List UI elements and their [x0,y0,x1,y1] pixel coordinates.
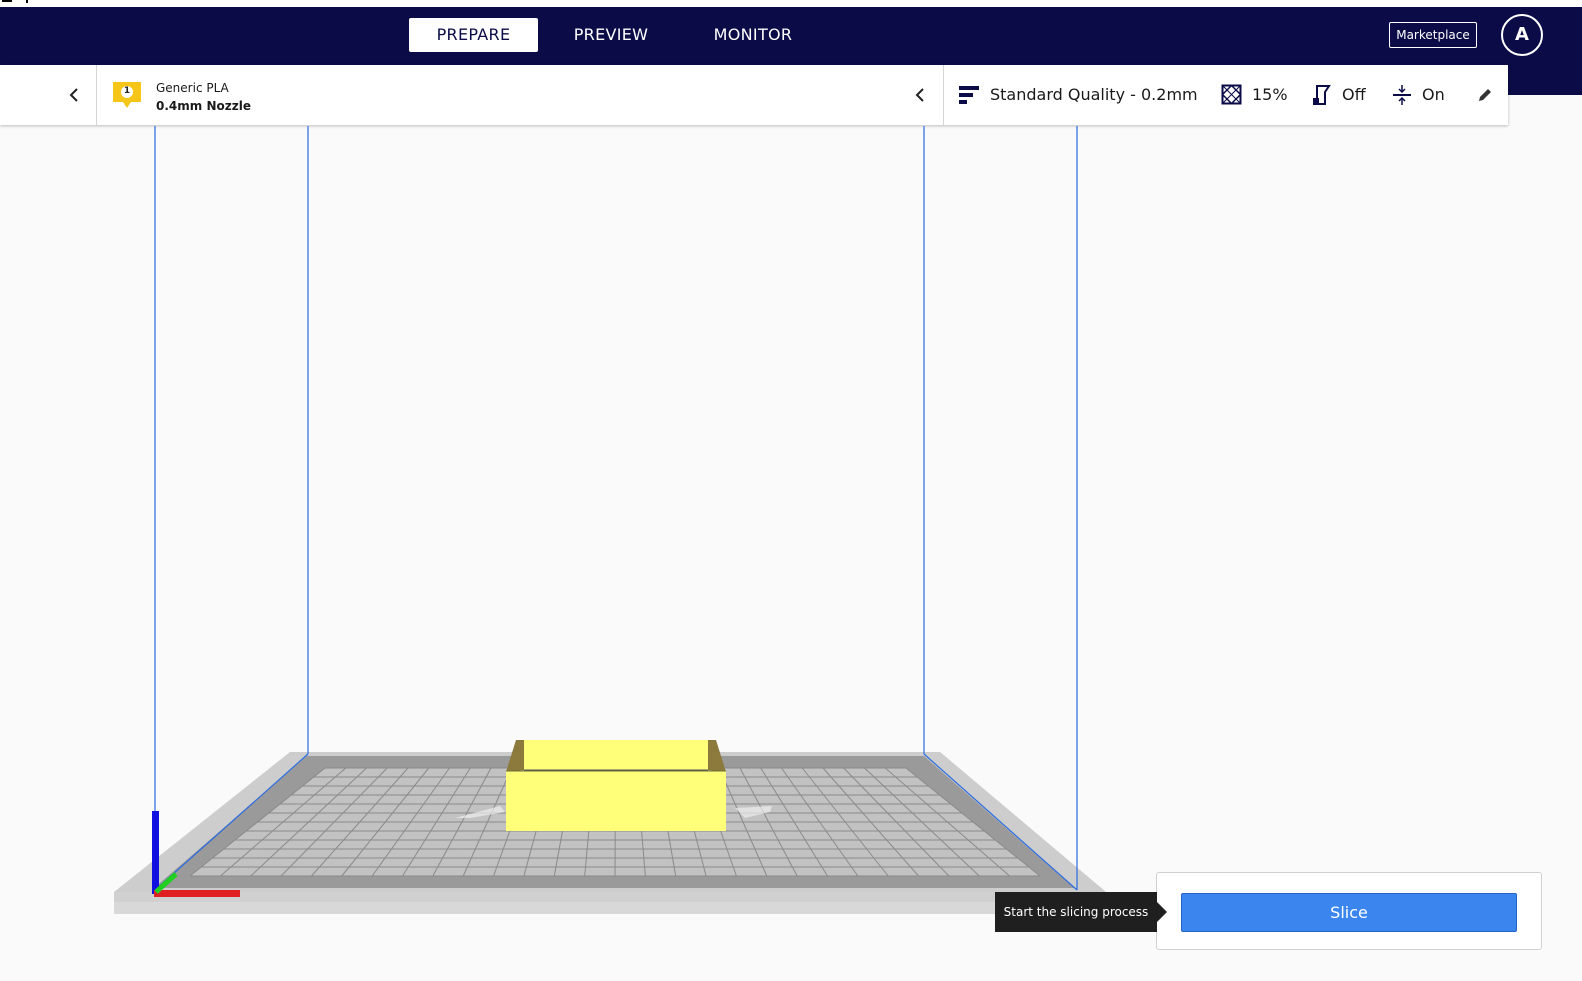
slice-button[interactable]: Slice [1181,893,1517,932]
quality-layers-icon [959,86,979,104]
material-name[interactable]: Generic PLA [156,81,229,95]
model-object [506,740,726,831]
support-icon [1313,85,1331,105]
quality-profile-label[interactable]: Standard Quality - 0.2mm [990,85,1198,104]
tab-preview[interactable]: PREVIEW [560,18,662,52]
toolbar-divider [96,65,97,125]
adhesion-icon [1393,85,1411,105]
3d-viewport[interactable] [0,126,1582,981]
toolbar-divider [943,65,944,125]
pencil-edit-icon[interactable] [1475,85,1495,105]
account-avatar-button[interactable]: A [1501,14,1543,56]
infill-value[interactable]: 15% [1252,85,1288,104]
extruder-badge-icon[interactable] [111,80,143,112]
window-title-strip [0,0,1582,7]
tab-monitor[interactable]: MONITOR [698,18,808,52]
adhesion-value[interactable]: On [1422,85,1445,104]
marketplace-button[interactable]: Marketplace [1389,22,1477,48]
header-extension [1506,65,1582,95]
chevron-left-icon[interactable] [64,84,84,106]
tab-prepare[interactable]: PREPARE [409,18,538,52]
nozzle-size[interactable]: 0.4mm Nozzle [156,99,251,113]
chevron-left-icon[interactable] [910,84,930,106]
main-header: PREPARE PREVIEW MONITOR Marketplace A [0,7,1582,65]
tooltip-arrow [1157,902,1167,922]
printer-settings-toolbar: 1 Generic PLA 0.4mm Nozzle Standard Qual… [0,65,1508,125]
slice-tooltip: Start the slicing process [995,892,1157,932]
build-plate-edge [114,902,1114,914]
support-value[interactable]: Off [1342,85,1366,104]
infill-icon [1221,84,1242,105]
extruder-number: 1 [123,86,131,96]
